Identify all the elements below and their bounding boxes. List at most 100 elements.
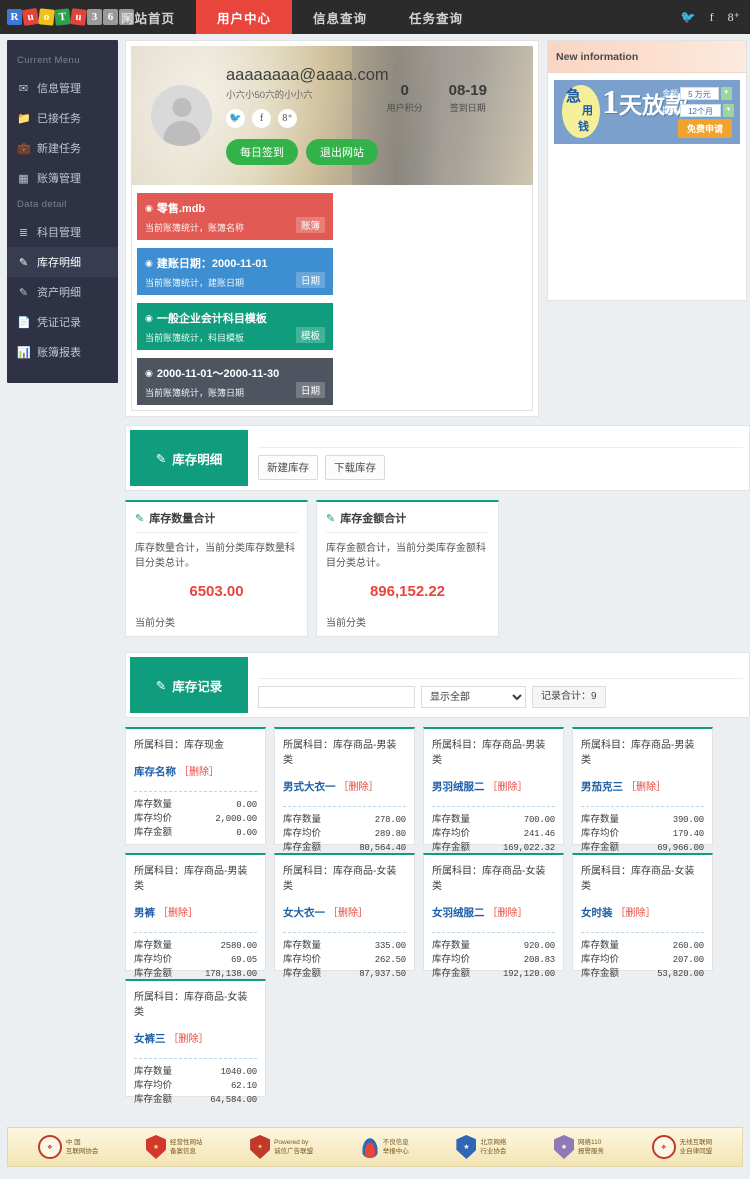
delete-link[interactable]: ［删除］ [158, 908, 198, 919]
sidebar-item-data-1[interactable]: ✎ 库存明细 [7, 247, 118, 277]
logo-tile: u [21, 7, 40, 27]
bullet-icon: ◉ [145, 202, 153, 213]
right-column: New information 急 用 钱 1天放款 金额 5 万元 ▼ 期限 … [547, 40, 747, 417]
facebook-icon[interactable]: f [252, 109, 271, 128]
record-name[interactable]: 女时装 ［删除］ [581, 904, 704, 920]
google-plus-icon[interactable]: 8⁺ [278, 109, 297, 128]
footer-badge-line1: 网络110 [578, 1139, 602, 1146]
nav-item-2[interactable]: 信息查询 [292, 0, 388, 34]
delete-link[interactable]: ［删除］ [616, 908, 656, 919]
ad-term-field[interactable]: 期限 12个月 ▼ [662, 104, 734, 117]
twitter-icon[interactable]: 🐦 [681, 10, 696, 25]
inventory-records-tab[interactable]: ✎ 库存记录 [130, 657, 248, 713]
footer-badge-text: 网络110 报警服务 [578, 1138, 604, 1156]
ad-apply-button[interactable]: 免费申请 [677, 119, 732, 138]
footer-badge-1[interactable]: ★ 经营性网站 备案信息 [145, 1135, 203, 1159]
record-qty-row: 库存数量 278.00 [283, 813, 406, 827]
footer-badge-5[interactable]: ★ 网络110 报警服务 [554, 1135, 604, 1159]
facebook-icon[interactable]: f [710, 10, 714, 25]
inventory-detail-tab[interactable]: ✎ 库存明细 [130, 430, 248, 486]
record-qty-row: 库存数量 1040.00 [134, 1065, 257, 1079]
delete-link[interactable]: ［删除］ [328, 908, 368, 919]
nav-item-1[interactable]: 用户中心 [196, 0, 293, 34]
record-qty-value: 0.00 [236, 800, 257, 810]
delete-link[interactable]: ［删除］ [169, 1034, 209, 1045]
site-logo[interactable]: RuoTu365 [0, 0, 134, 34]
profile-social-links: 🐦 f 8⁺ [226, 109, 389, 128]
footer-badge-line1: 经营性网站 [169, 1139, 203, 1146]
record-avg-value: 207.00 [672, 955, 704, 965]
chevron-down-icon[interactable]: ▼ [720, 87, 732, 100]
footer-badge-0[interactable]: ❖ 中 国互联网协会 [37, 1135, 98, 1159]
record-name-text: 女大衣一 [283, 907, 325, 919]
footer-badge-3[interactable]: 不良信息 举报中心 [360, 1136, 409, 1158]
flame-icon [360, 1136, 379, 1158]
record-count-badge: 记录合计：9 [532, 686, 606, 708]
pencil-icon: ✎ [135, 512, 145, 525]
summary-card-1: ✎ 库存金额合计 库存金额合计，当前分类库存金额科目分类总计。 896,152.22 当… [316, 500, 499, 637]
divider [581, 932, 704, 933]
chevron-down-icon[interactable]: ▼ [723, 104, 734, 117]
info-tile-title-text: 零售.mdb [156, 203, 206, 215]
nav-item-3[interactable]: 任务查询 [388, 0, 484, 34]
record-name[interactable]: 男羽绒服二 ［删除］ [432, 778, 555, 794]
footer-badge-2[interactable]: ✦ Powered by 诚信广告联盟 [250, 1135, 313, 1159]
new-inventory-button[interactable]: 新建库存 [258, 455, 318, 480]
delete-link[interactable]: ［删除］ [488, 782, 528, 793]
footer-badge-4[interactable]: ★ 北京网络 行业协会 [456, 1135, 506, 1159]
delete-link[interactable]: ［删除］ [179, 767, 219, 778]
daily-signin-button[interactable]: 每日签到 [226, 139, 298, 165]
stat-signin-date-value: 08-19 [448, 82, 487, 99]
footer-badge-6[interactable]: ❖ 无线互联网 业自律同盟 [651, 1135, 712, 1159]
list-icon: ≣ [18, 226, 29, 239]
sidebar-item-data-4[interactable]: 📊 账簿报表 [7, 337, 118, 367]
inventory-detail-section: ✎ 库存明细 新建库存 下载库存 [125, 425, 750, 491]
logout-button[interactable]: 退出网站 [306, 139, 378, 165]
filter-select[interactable]: 显示全部 [421, 686, 526, 708]
inventory-detail-buttons: 新建库存 下载库存 [258, 455, 743, 486]
delete-link[interactable]: ［删除］ [626, 782, 666, 793]
record-name[interactable]: 男茄克三 ［删除］ [581, 778, 704, 794]
summary-card-footer: 当前分类 [326, 618, 366, 629]
record-name[interactable]: 男裤 ［删除］ [134, 904, 257, 920]
delete-link[interactable]: ［删除］ [339, 782, 379, 793]
record-name[interactable]: 女裤三 ［删除］ [134, 1030, 257, 1046]
record-avg-label: 库存均价 [134, 813, 173, 824]
record-amount-label: 库存金额 [134, 1094, 173, 1105]
google-plus-icon[interactable]: 8⁺ [728, 10, 740, 25]
avatar[interactable] [151, 85, 212, 146]
sidebar-item-label: 库存明细 [37, 257, 81, 269]
record-subject: 所属科目：库存商品-女装类 [581, 866, 695, 892]
inventory-record-card: 所属科目：库存商品-女装类 女大衣一 ［删除］ 库存数量 335.00 库存均价 262.5… [274, 853, 415, 979]
sidebar-item-menu-1[interactable]: 📁 已接任务 [7, 103, 118, 133]
sidebar-item-menu-3[interactable]: ▦ 账簿管理 [7, 163, 118, 193]
record-subject: 所属科目：库存现金 [134, 740, 224, 751]
record-name[interactable]: 男式大衣一 ［删除］ [283, 778, 406, 794]
twitter-icon[interactable]: 🐦 [226, 109, 245, 128]
sidebar-item-menu-0[interactable]: ✉ 信息管理 [7, 73, 118, 103]
record-name[interactable]: 女羽绒服二 ［删除］ [432, 904, 555, 920]
info-tile-title-text: 一般企业会计科目模板 [156, 313, 267, 325]
sidebar-item-menu-2[interactable]: 💼 新建任务 [7, 133, 118, 163]
footer-badge-line2: 举报中心 [382, 1148, 409, 1155]
record-name[interactable]: 库存名称 ［删除］ [134, 763, 257, 779]
nav-item-0[interactable]: 网站首页 [100, 0, 196, 34]
record-name[interactable]: 女大衣一 ［删除］ [283, 904, 406, 920]
search-input[interactable] [258, 686, 415, 708]
sidebar-item-data-0[interactable]: ≣ 科目管理 [7, 217, 118, 247]
sidebar-item-data-3[interactable]: 📄 凭证记录 [7, 307, 118, 337]
inventory-detail-tab-label: 库存明细 [172, 452, 223, 467]
sidebar-item-data-2[interactable]: ✎ 资产明细 [7, 277, 118, 307]
record-subject: 所属科目：库存商品-男装类 [581, 740, 695, 766]
delete-link[interactable]: ［删除］ [488, 908, 528, 919]
record-avg-label: 库存均价 [581, 954, 620, 965]
stat-points-label: 用户积分 [386, 103, 423, 113]
advertisement-banner[interactable]: 急 用 钱 1天放款 金额 5 万元 ▼ 期限 12个月 ▼ 免费申请 [554, 80, 740, 144]
info-tile-1: ◉ 建账日期：2000-11-01 当前账簿统计，建账日期 日期 [137, 248, 333, 295]
footer-badge-line2: 行业协会 [480, 1148, 507, 1155]
envelope-icon: ✉ [18, 82, 29, 95]
record-qty-label: 库存数量 [134, 799, 173, 810]
ad-amount-field[interactable]: 金额 5 万元 ▼ [662, 87, 734, 100]
download-inventory-button[interactable]: 下载库存 [325, 455, 385, 480]
record-qty-label: 库存数量 [134, 1066, 173, 1077]
